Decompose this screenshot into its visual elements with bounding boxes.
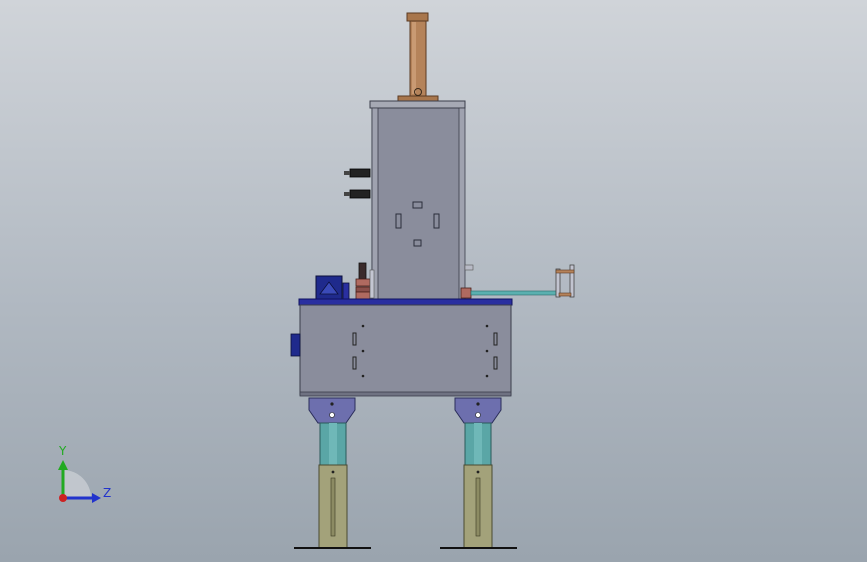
y-arrow-icon bbox=[58, 460, 68, 470]
orientation-triad[interactable]: Y Z bbox=[58, 444, 111, 503]
lower-housing[interactable] bbox=[290, 304, 512, 397]
valve-stack[interactable] bbox=[355, 262, 375, 300]
y-axis-label: Y bbox=[58, 444, 67, 458]
assembly-drawing: Y Z bbox=[58, 12, 575, 549]
triad-origin bbox=[59, 494, 67, 502]
motor-unit[interactable] bbox=[315, 275, 350, 300]
base-top-plate[interactable] bbox=[298, 298, 513, 306]
z-axis-label: Z bbox=[103, 486, 111, 500]
z-arrow-icon bbox=[92, 493, 101, 503]
upper-cabinet[interactable] bbox=[369, 100, 466, 301]
piping-arm[interactable] bbox=[460, 264, 575, 299]
triad-plane bbox=[63, 470, 91, 498]
chimney[interactable] bbox=[397, 12, 439, 102]
cad-viewport[interactable]: Y Z bbox=[0, 0, 867, 562]
right-leg[interactable] bbox=[440, 397, 517, 549]
left-leg[interactable] bbox=[294, 397, 371, 549]
